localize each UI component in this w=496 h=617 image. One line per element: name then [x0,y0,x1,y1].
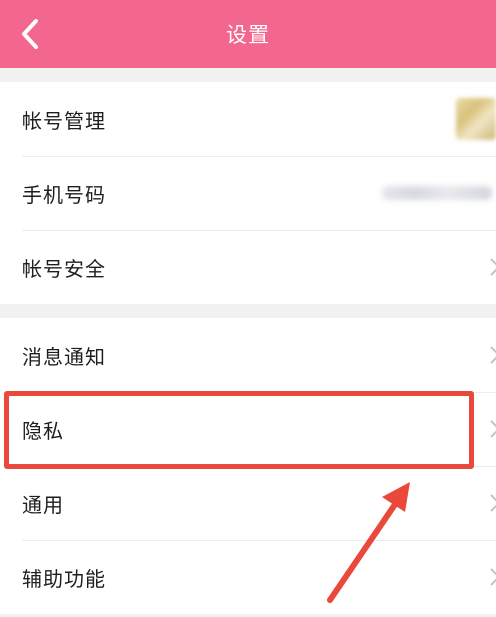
general-settings-group: 消息通知 隐私 通用 辅助功能 [0,318,496,614]
chevron-right-icon [490,494,496,512]
avatar [456,98,496,140]
chevron-right-icon [490,258,496,276]
phone-number-value-blurred [382,186,492,200]
row-label: 帐号安全 [22,256,106,281]
chevron-right-icon [490,346,496,364]
chevron-right-icon [490,420,496,438]
row-label: 辅助功能 [22,566,106,591]
chevron-left-icon [22,19,38,49]
notifications-item[interactable]: 消息通知 [0,318,496,392]
row-label: 帐号管理 [22,108,106,133]
row-label: 消息通知 [22,344,106,369]
accessibility-item[interactable]: 辅助功能 [0,540,496,614]
back-button[interactable] [0,0,60,68]
top-bar: 设置 [0,0,496,68]
row-label: 通用 [22,492,64,517]
account-settings-group: 帐号管理 手机号码 帐号安全 [0,82,496,304]
account-security-item[interactable]: 帐号安全 [0,230,496,304]
account-management-item[interactable]: 帐号管理 [0,82,496,156]
row-label: 隐私 [22,418,64,443]
general-item[interactable]: 通用 [0,466,496,540]
privacy-item[interactable]: 隐私 [0,392,496,466]
phone-number-item[interactable]: 手机号码 [0,156,496,230]
row-label: 手机号码 [22,182,106,207]
chevron-right-icon [490,568,496,586]
page-title: 设置 [226,23,270,47]
